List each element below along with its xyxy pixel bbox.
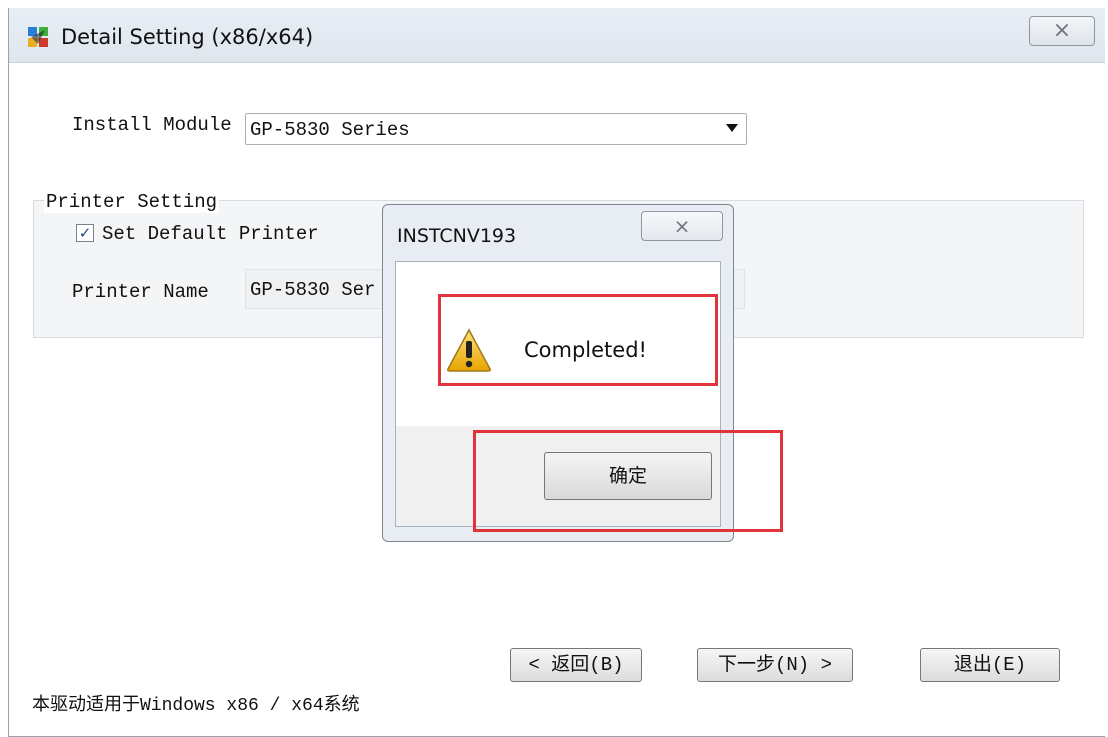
window-close-button[interactable]: ⨯ (1029, 16, 1095, 46)
app-installer-icon (28, 27, 48, 47)
install-module-label: Install Module (72, 114, 232, 136)
close-icon: ⨯ (673, 214, 691, 238)
dialog-close-button[interactable]: ⨯ (641, 211, 723, 241)
back-button[interactable]: < 返回(B) (510, 648, 642, 682)
printer-setting-title: Printer Setting (44, 191, 220, 213)
chevron-down-icon (726, 124, 738, 132)
close-icon: ⨯ (1052, 18, 1072, 43)
footer-note: 本驱动适用于Windows x86 / x64系统 (32, 696, 360, 716)
next-button[interactable]: 下一步(N) > (697, 648, 853, 682)
set-default-printer-label: Set Default Printer (102, 223, 319, 245)
printer-name-label: Printer Name (72, 281, 209, 303)
highlight-ok-button-box (473, 430, 783, 532)
printer-name-value: GP-5830 Ser (250, 279, 376, 301)
title-bar: Detail Setting (x86/x64) ⨯ (9, 8, 1105, 63)
install-module-select[interactable]: GP-5830 Series (245, 113, 747, 145)
exit-button[interactable]: 退出(E) (920, 648, 1060, 682)
window-title: Detail Setting (x86/x64) (61, 25, 314, 49)
highlight-message-box (438, 294, 718, 386)
set-default-printer-checkbox[interactable]: ✓ (76, 224, 94, 242)
dialog-title: INSTCNV193 (397, 225, 517, 247)
install-module-value: GP-5830 Series (250, 119, 410, 141)
